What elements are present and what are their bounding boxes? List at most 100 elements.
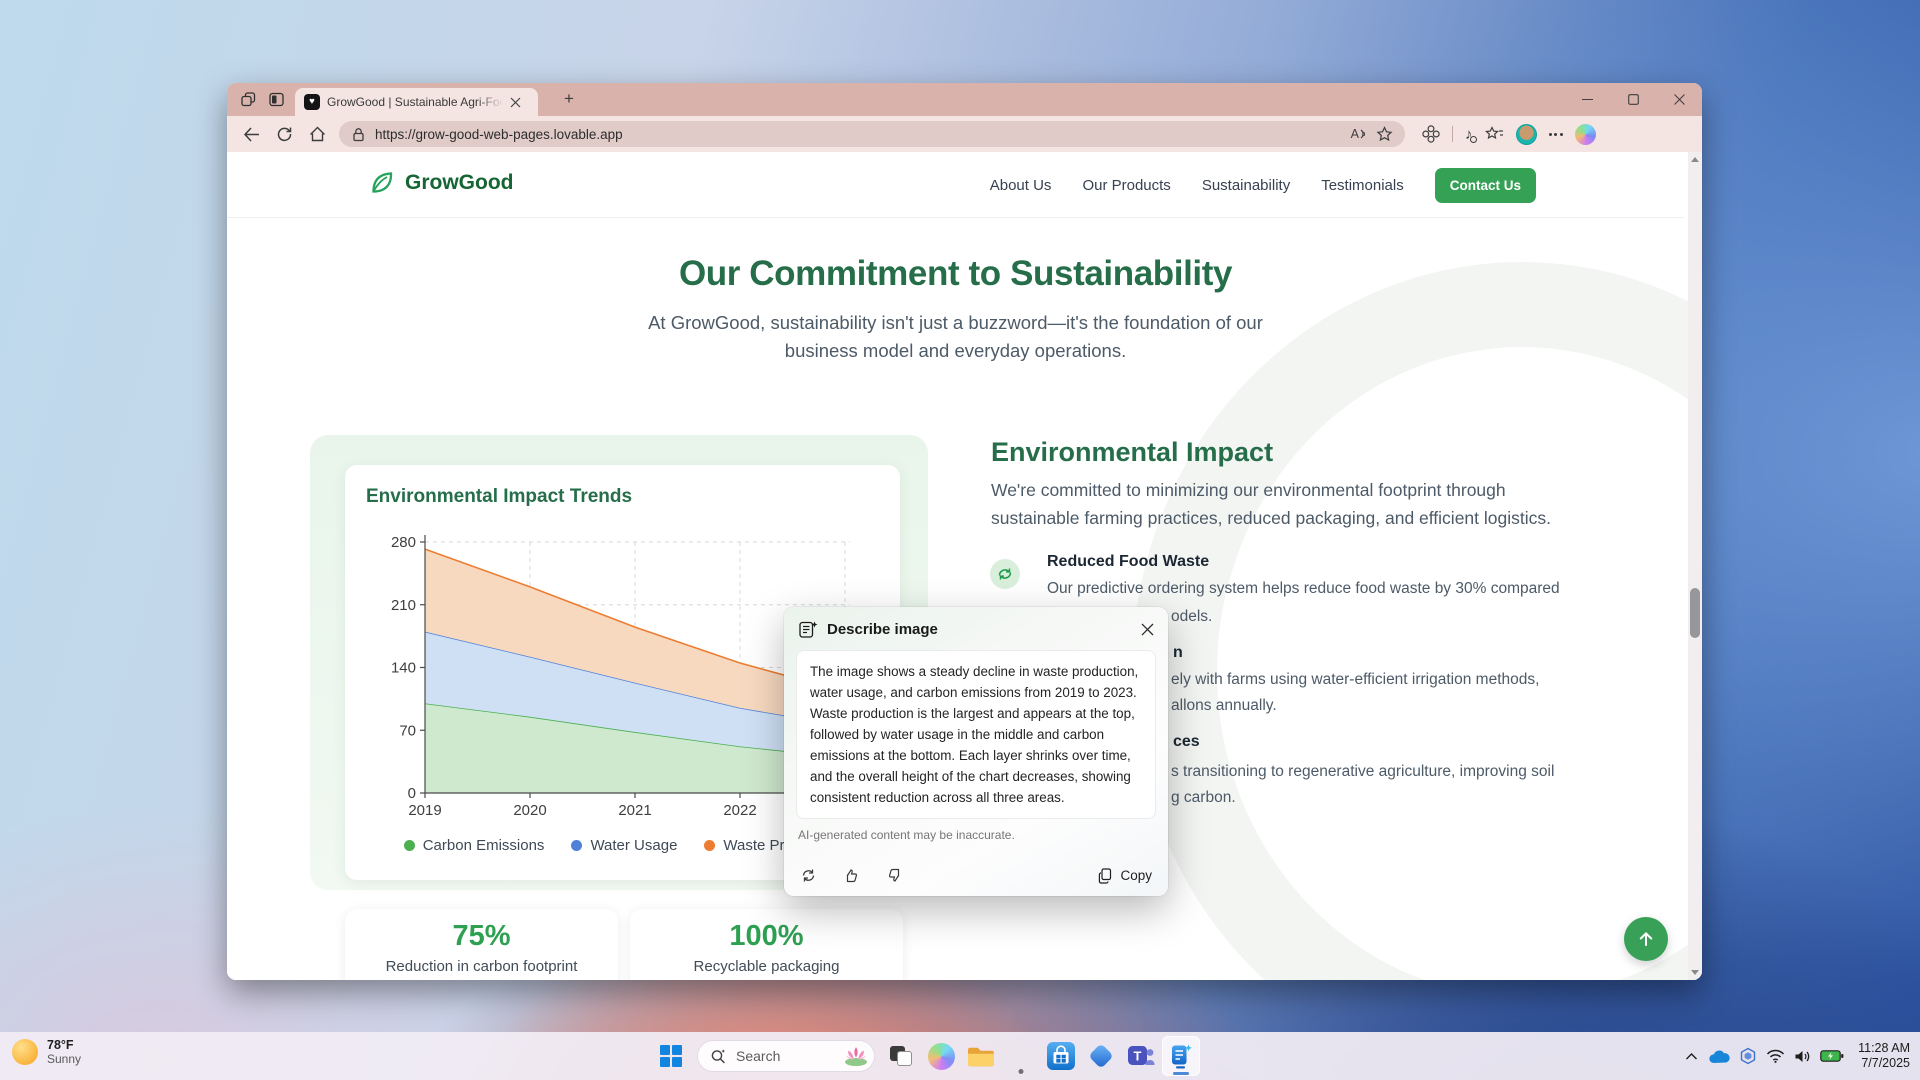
weather-widget[interactable]: 78°F Sunny (12, 1038, 81, 1066)
clock-date: 7/7/2025 (1858, 1056, 1910, 1072)
onedrive-icon[interactable] (1707, 1049, 1730, 1064)
svg-text:2022: 2022 (723, 802, 756, 819)
impact-heading: Environmental Impact (991, 437, 1273, 468)
chart-title: Environmental Impact Trends (366, 486, 632, 508)
tray-app-hexagon-icon[interactable] (1739, 1047, 1757, 1065)
window-minimize-button[interactable] (1564, 83, 1610, 116)
search-icon (710, 1048, 727, 1065)
popup-title: Describe image (827, 621, 1132, 638)
profile-avatar[interactable] (1516, 124, 1537, 145)
page-subtitle-line1: At GrowGood, sustainability isn't just a… (227, 312, 1684, 334)
scrollbar-up-arrow[interactable] (1691, 157, 1699, 162)
stat-card-packaging: 100% Recyclable packaging (630, 909, 903, 980)
copy-button[interactable]: Copy (1097, 867, 1152, 884)
tray-chevron-up-icon[interactable] (1685, 1052, 1698, 1061)
home-icon[interactable] (306, 126, 328, 142)
search-placeholder: Search (736, 1048, 834, 1064)
media-controls-icon[interactable]: ♪ (1465, 126, 1473, 143)
taskbar-search[interactable]: Search (697, 1040, 875, 1072)
tab-close-icon[interactable] (510, 97, 521, 108)
tab-actions-icon[interactable] (240, 91, 257, 108)
add-favorite-star-icon[interactable] (1376, 126, 1393, 142)
popup-description-text: The image shows a steady decline in wast… (796, 650, 1156, 819)
page-scrollbar[interactable] (1688, 152, 1702, 980)
copilot-icon[interactable] (1575, 124, 1596, 145)
desktop-wallpaper: ♥ GrowGood | Sustainable Agri-Foo + http… (0, 0, 1920, 1080)
edge-icon (1008, 1043, 1035, 1070)
more-menu-icon[interactable] (1549, 133, 1563, 136)
browser-toolbar: https://grow-good-web-pages.lovable.app … (227, 116, 1702, 152)
search-highlight-lotus-icon (843, 1045, 869, 1067)
ai-notes-app-button[interactable] (1162, 1036, 1200, 1076)
wifi-icon[interactable] (1766, 1049, 1785, 1063)
browser-tab[interactable]: ♥ GrowGood | Sustainable Agri-Foo (295, 88, 538, 116)
clock-time: 11:28 AM (1858, 1041, 1910, 1057)
thumbs-down-icon[interactable] (886, 867, 903, 884)
extensions-icon[interactable] (1422, 125, 1440, 143)
feature-body-fragment: s transitioning to regenerative agricult… (1171, 763, 1554, 781)
legend-item: Water Usage (571, 837, 677, 854)
svg-text:280: 280 (391, 534, 416, 551)
svg-text:2021: 2021 (618, 802, 651, 819)
nav-link-about[interactable]: About Us (990, 177, 1052, 194)
leaf-logo-icon (368, 169, 396, 197)
task-view-icon (890, 1046, 912, 1066)
contact-us-button[interactable]: Contact Us (1435, 168, 1536, 203)
feature-body-fragment: ely with farms using water-efficient irr… (1171, 671, 1539, 689)
popup-disclaimer: AI-generated content may be inaccurate. (798, 828, 1154, 842)
regenerate-icon[interactable] (800, 867, 817, 884)
svg-text:140: 140 (391, 660, 416, 677)
scrollbar-down-arrow[interactable] (1691, 970, 1699, 975)
battery-charging-icon[interactable] (1820, 1048, 1844, 1064)
svg-text:2019: 2019 (408, 802, 441, 819)
volume-icon[interactable] (1794, 1049, 1811, 1064)
svg-text:70: 70 (399, 722, 416, 739)
start-button[interactable] (652, 1036, 690, 1076)
popup-close-icon[interactable] (1141, 623, 1154, 636)
task-view-button[interactable] (882, 1036, 920, 1076)
refresh-icon[interactable] (273, 126, 295, 142)
sun-icon (12, 1039, 38, 1065)
feature-body-fragment: odels. (1171, 608, 1212, 626)
site-logo[interactable]: GrowGood (368, 169, 514, 197)
site-favicon: ♥ (304, 94, 320, 110)
nav-link-products[interactable]: Our Products (1082, 177, 1170, 194)
file-explorer-button[interactable] (962, 1036, 1000, 1076)
back-icon[interactable] (240, 127, 262, 142)
tab-title: GrowGood | Sustainable Agri-Foo (327, 95, 503, 109)
window-maximize-button[interactable] (1610, 83, 1656, 116)
store-icon (1047, 1042, 1075, 1070)
legend-item: Carbon Emissions (404, 837, 545, 854)
taskbar-copilot-button[interactable] (922, 1036, 960, 1076)
teams-icon: T (1127, 1042, 1155, 1070)
teams-button[interactable]: T (1122, 1036, 1160, 1076)
file-explorer-icon (966, 1044, 996, 1069)
edge-browser-button[interactable] (1002, 1036, 1040, 1076)
feature-title-fragment: n (1173, 644, 1183, 662)
describe-image-icon (798, 620, 818, 639)
weather-condition: Sunny (47, 1052, 81, 1066)
address-bar[interactable]: https://grow-good-web-pages.lovable.app … (339, 121, 1405, 147)
photos-app-button[interactable] (1082, 1036, 1120, 1076)
new-tab-button[interactable]: + (557, 87, 581, 111)
arrow-up-icon (1637, 930, 1655, 948)
svg-text:210: 210 (391, 597, 416, 614)
read-aloud-icon[interactable]: A (1351, 127, 1367, 141)
scroll-to-top-button[interactable] (1624, 917, 1668, 961)
feature-title-fragment: ces (1173, 733, 1200, 751)
nav-link-testimonials[interactable]: Testimonials (1321, 177, 1404, 194)
feature-title-food-waste: Reduced Food Waste (1047, 553, 1209, 571)
vertical-tabs-icon[interactable] (268, 91, 285, 108)
window-close-button[interactable] (1656, 83, 1702, 116)
microsoft-store-button[interactable] (1042, 1036, 1080, 1076)
taskbar-clock[interactable]: 11:28 AM 7/7/2025 (1858, 1041, 1910, 1072)
feature-body-line: Our predictive ordering system helps red… (1047, 580, 1560, 598)
ai-notes-app-icon (1168, 1043, 1194, 1069)
nav-link-sustainability[interactable]: Sustainability (1202, 177, 1290, 194)
scrollbar-thumb[interactable] (1690, 588, 1700, 638)
describe-image-popup: Describe image The image shows a steady … (784, 607, 1168, 896)
browser-window: ♥ GrowGood | Sustainable Agri-Foo + http… (227, 83, 1702, 980)
favorites-icon[interactable] (1485, 126, 1504, 142)
lock-icon[interactable] (351, 127, 366, 142)
thumbs-up-icon[interactable] (843, 867, 860, 884)
